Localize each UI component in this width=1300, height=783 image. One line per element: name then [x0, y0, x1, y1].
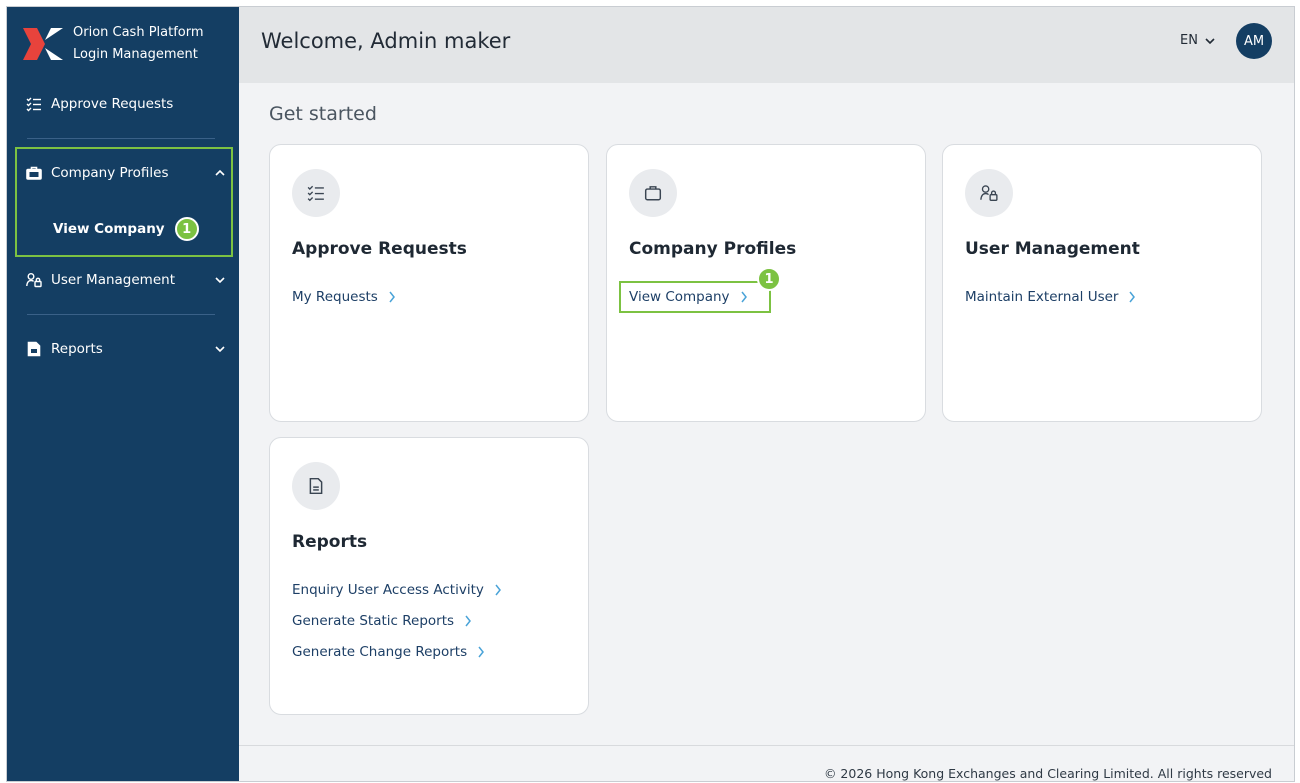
chevron-down-icon: [215, 346, 225, 353]
document-icon: [25, 340, 43, 358]
link-label: View Company: [629, 289, 730, 305]
card-title: Reports: [292, 532, 368, 552]
sidebar-divider: [27, 314, 215, 315]
sidebar-item-reports[interactable]: Reports: [25, 336, 229, 362]
link-generate-static-reports[interactable]: Generate Static Reports: [292, 613, 472, 629]
link-label: My Requests: [292, 289, 378, 305]
brand-line1: Orion Cash Platform: [73, 25, 204, 40]
app-window: Orion Cash Platform Login Management App…: [6, 6, 1295, 782]
step-badge: 1: [757, 267, 781, 291]
chevron-down-icon: [215, 277, 225, 284]
sidebar-item-label: Approve Requests: [51, 96, 174, 112]
chevron-right-icon: [478, 646, 485, 658]
sidebar-item-company-profiles[interactable]: Company Profiles: [25, 160, 229, 186]
card-reports: Reports Enquiry User Access Activity Gen…: [269, 437, 589, 715]
card-title: Approve Requests: [292, 239, 467, 259]
link-generate-change-reports[interactable]: Generate Change Reports: [292, 644, 485, 660]
avatar[interactable]: AM: [1236, 23, 1272, 59]
sidebar-item-label: User Management: [51, 272, 175, 288]
top-header: Welcome, Admin maker EN AM: [239, 7, 1294, 83]
chevron-right-icon: [495, 584, 501, 596]
chevron-right-icon: [1129, 291, 1136, 303]
link-label: Maintain External User: [965, 289, 1119, 305]
checklist-icon: [292, 169, 340, 217]
briefcase-icon: [629, 169, 677, 217]
brand[interactable]: Orion Cash Platform Login Management: [21, 19, 204, 69]
card-user-management: User Management Maintain External User: [942, 144, 1262, 422]
chevron-down-icon: [1205, 37, 1215, 44]
welcome-title: Welcome, Admin maker: [261, 29, 511, 53]
brand-text: Orion Cash Platform Login Management: [73, 22, 204, 66]
card-approve-requests: Approve Requests My Requests: [269, 144, 589, 422]
sidebar-item-label: Company Profiles: [51, 165, 169, 181]
link-enquiry-user-access-activity[interactable]: Enquiry User Access Activity: [292, 582, 502, 598]
user-lock-icon: [965, 169, 1013, 217]
card-title: Company Profiles: [629, 239, 797, 259]
chevron-up-icon: [215, 169, 225, 176]
footer: © 2026 Hong Kong Exchanges and Clearing …: [239, 745, 1294, 781]
link-my-requests[interactable]: My Requests: [292, 289, 396, 305]
section-title: Get started: [269, 103, 377, 125]
link-maintain-external-user[interactable]: Maintain External User: [965, 289, 1136, 305]
link-label: Generate Static Reports: [292, 613, 455, 629]
copyright-text: © 2026 Hong Kong Exchanges and Clearing …: [823, 766, 1272, 781]
language-label: EN: [1180, 33, 1198, 48]
user-lock-icon: [25, 271, 43, 289]
sidebar-subitem-label: View Company: [53, 221, 165, 237]
sidebar-divider: [27, 138, 215, 139]
sidebar-item-approve-requests[interactable]: Approve Requests: [25, 91, 229, 117]
brand-logo: [21, 24, 65, 64]
chevron-right-icon: [740, 291, 747, 303]
link-view-company[interactable]: View Company: [629, 289, 748, 305]
checklist-icon: [25, 95, 43, 113]
sidebar-item-user-management[interactable]: User Management: [25, 267, 229, 293]
chevron-right-icon: [389, 291, 395, 303]
document-icon: [292, 462, 340, 510]
sidebar: Orion Cash Platform Login Management App…: [7, 7, 239, 781]
card-title: User Management: [965, 239, 1140, 259]
brand-line2: Login Management: [73, 47, 198, 62]
sidebar-item-label: Reports: [51, 341, 103, 357]
link-label: Generate Change Reports: [292, 644, 468, 660]
briefcase-icon: [25, 164, 43, 182]
sidebar-subitem-view-company[interactable]: View Company 1: [53, 217, 199, 241]
step-badge: 1: [174, 217, 199, 241]
language-selector[interactable]: EN: [1180, 33, 1216, 48]
card-company-profiles: Company Profiles View Company 1: [606, 144, 926, 422]
link-label: Enquiry User Access Activity: [292, 582, 484, 598]
chevron-right-icon: [465, 615, 471, 627]
